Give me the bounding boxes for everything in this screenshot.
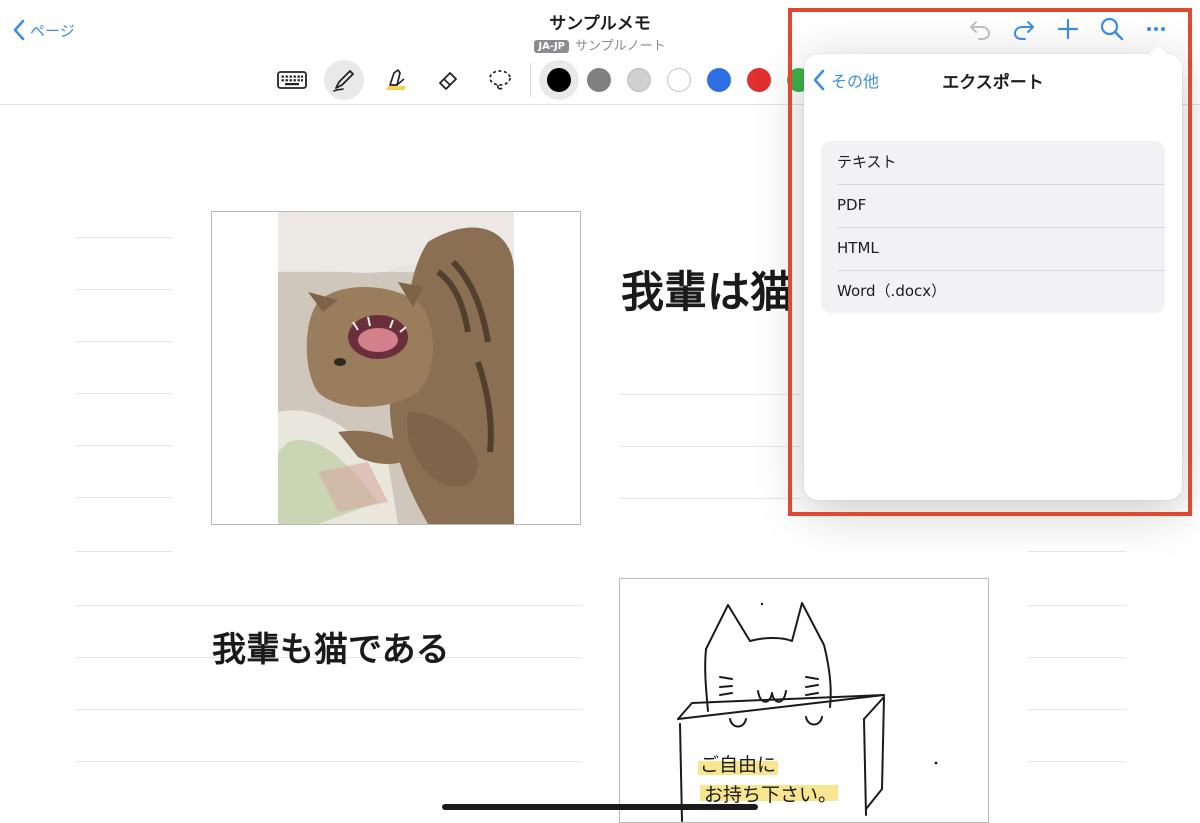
export-options-list: テキスト PDF HTML Word（.docx） — [821, 141, 1165, 313]
ruled-line — [76, 393, 172, 394]
heading-cat-2[interactable]: 我輩も猫である — [212, 622, 450, 671]
color-dot — [547, 68, 571, 92]
pen-tool-button[interactable] — [324, 60, 364, 100]
ruled-line — [76, 289, 172, 290]
export-word-option[interactable]: Word（.docx） — [821, 270, 1165, 313]
search-icon — [1100, 17, 1124, 41]
ruled-line — [76, 237, 172, 238]
color-dot — [707, 68, 731, 92]
highlighter-tool-button[interactable] — [376, 60, 416, 100]
note-actions — [966, 14, 1186, 44]
export-popover: その他 エクスポート テキスト PDF HTML Word（.docx） — [804, 46, 1182, 500]
toolbar-divider — [530, 63, 531, 97]
language-badge: JA-JP — [534, 40, 570, 53]
keyboard-icon — [277, 71, 307, 89]
color-swatch-white[interactable] — [659, 60, 699, 100]
drawing-caption-line-2: お持ち下さい。 — [704, 784, 837, 806]
ruled-line — [76, 709, 582, 710]
notebook-name: サンプルノート — [575, 39, 666, 54]
color-swatch-light-gray[interactable] — [619, 60, 659, 100]
cat-photo — [278, 212, 514, 524]
drawing-caption-line-1: ご自由に — [700, 754, 776, 776]
undo-button[interactable] — [966, 14, 994, 44]
color-dot — [667, 68, 691, 92]
pen-toolbar — [272, 59, 819, 101]
ruled-line — [76, 497, 172, 498]
more-button[interactable] — [1142, 14, 1170, 44]
lasso-icon — [489, 70, 511, 90]
ruled-line — [1028, 605, 1126, 606]
redo-button[interactable] — [1010, 14, 1038, 44]
ruled-line — [76, 341, 172, 342]
cat-photo-frame[interactable] — [211, 211, 581, 525]
cat-in-box-drawing: ご自由に お持ち下さい。 — [677, 602, 938, 822]
redo-icon — [1013, 21, 1034, 40]
cat-drawing-frame[interactable]: ご自由に お持ち下さい。 — [619, 578, 989, 823]
color-swatch-gray[interactable] — [579, 60, 619, 100]
color-swatch-black[interactable] — [539, 60, 579, 100]
add-icon — [1057, 18, 1079, 40]
search-button[interactable] — [1098, 14, 1126, 44]
eraser-icon — [439, 72, 457, 90]
home-indicator[interactable] — [442, 804, 758, 810]
eraser-tool-button[interactable] — [428, 60, 468, 100]
ruled-line — [620, 394, 800, 395]
highlighter-icon — [386, 69, 406, 90]
ruled-line — [1028, 761, 1126, 762]
ruled-line — [620, 498, 800, 499]
color-dot — [587, 68, 611, 92]
export-text-option[interactable]: テキスト — [821, 141, 1165, 184]
more-icon — [1147, 27, 1165, 31]
ruled-line — [1028, 657, 1126, 658]
color-dot — [627, 68, 651, 92]
color-dot — [747, 68, 771, 92]
popover-title: エクスポート — [942, 73, 1044, 93]
color-swatch-red[interactable] — [739, 60, 779, 100]
export-pdf-option[interactable]: PDF — [821, 184, 1165, 227]
ruled-line — [76, 445, 172, 446]
lasso-tool-button[interactable] — [480, 60, 520, 100]
ruled-line — [1028, 709, 1126, 710]
ruled-line — [620, 446, 800, 447]
ruled-line — [76, 605, 582, 606]
pen-icon — [333, 70, 354, 92]
keyboard-tool-button[interactable] — [272, 60, 312, 100]
ruled-line — [76, 551, 172, 552]
undo-icon — [970, 21, 991, 40]
add-button[interactable] — [1054, 14, 1082, 44]
export-html-option[interactable]: HTML — [821, 227, 1165, 270]
ruled-line — [1028, 551, 1126, 552]
heading-cat-1[interactable]: 我輩は猫 — [621, 258, 793, 320]
ruled-line — [76, 761, 582, 762]
color-swatch-blue[interactable] — [699, 60, 739, 100]
popover-arrow — [1148, 46, 1168, 55]
